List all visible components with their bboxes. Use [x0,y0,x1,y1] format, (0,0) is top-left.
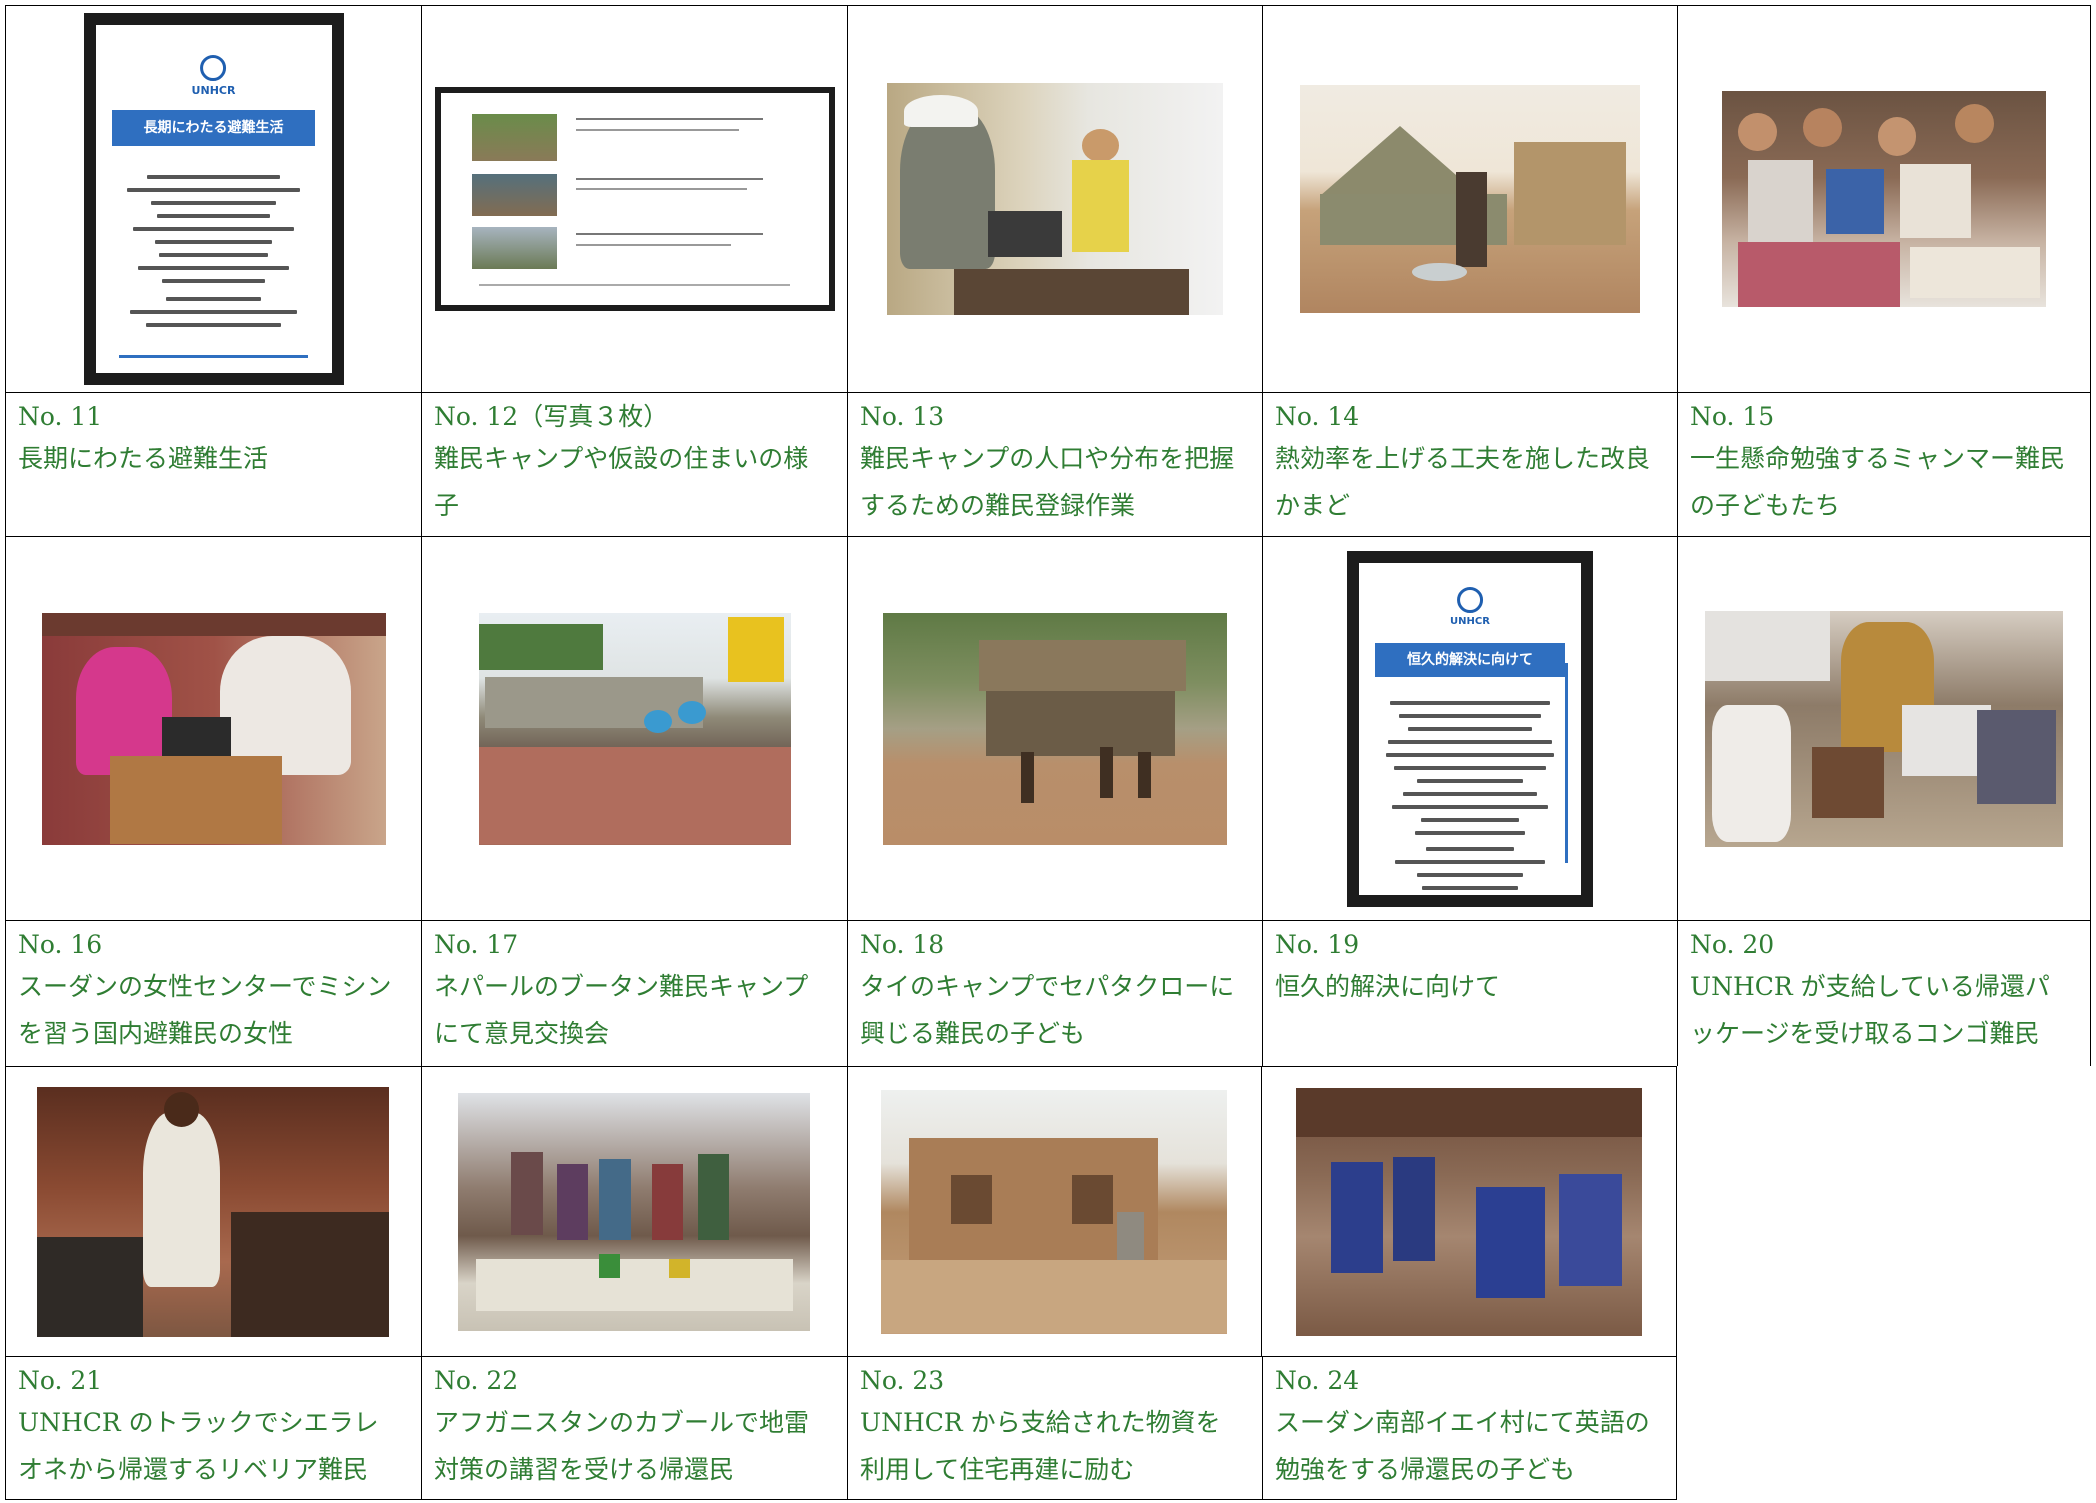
caption-cell-14: No. 14 熱効率を上げる工夫を施した改良かまど [1262,392,1677,536]
photo-meeting [478,612,791,845]
row-3-images [5,1066,2091,1356]
caption-cell-13: No. 13 難民キャンプの人口や分布を把握するための難民登録作業 [847,392,1262,536]
caption-cell-15: No. 15 一生懸命勉強するミャンマー難民の子どもたち [1677,392,2091,536]
caption-cell-17: No. 17 ネパールのブータン難民キャンプにて意見交換会 [421,920,847,1066]
item-number: No. 16 [18,930,103,959]
panel-image-12 [434,87,835,311]
caption-cell-19: No. 19 恒久的解決に向けて [1262,920,1677,1066]
item-description: ネパールのブータン難民キャンプにて意見交換会 [434,972,809,1048]
caption-cell-23: No. 23 UNHCR から支給された物資を利用して住宅再建に励む [847,1356,1262,1500]
item-description: 難民キャンプや仮設の住まいの様子 [434,444,809,520]
item-number: No. 22 [434,1366,519,1395]
item-description: 難民キャンプの人口や分布を把握するための難民登録作業 [860,444,1235,520]
image-cell-17 [421,536,847,920]
photo-rebuilding [881,1089,1228,1334]
item-number: No. 11 [18,402,103,431]
poster-title: 恒久的解決に向けて [1374,642,1566,677]
image-cell-23 [846,1066,1262,1356]
photo-catalog-table: UNHCR 長期にわたる避難生活 No. 11 長期にわたる避難生活 No. 1… [5,5,2091,1500]
item-number: No. 17 [434,930,519,959]
item-number: No. 24 [1275,1366,1360,1395]
poster-body-text [1381,700,1559,899]
item-description: 熱効率を上げる工夫を施した改良かまど [1275,444,1651,520]
poster-title: 長期にわたる避難生活 [112,110,315,146]
image-cell-22 [420,1066,847,1356]
item-number: No. 19 [1275,930,1360,959]
row-2-captions: No. 16 スーダンの女性センターでミシンを習う国内避難民の女性 No. 17… [5,920,2091,1066]
item-number: No. 23 [860,1366,945,1395]
image-cell-16 [5,536,421,920]
row-1-images: UNHCR 長期にわたる避難生活 [5,5,2091,392]
image-cell-19: UNHCR 恒久的解決に向けて [1262,536,1677,920]
item-number: No. 15 [1690,402,1775,431]
image-cell-21 [5,1066,421,1356]
caption-cell-12: No. 12（写真３枚） 難民キャンプや仮設の住まいの様子 [421,392,847,536]
caption-cell-22: No. 22 アフガニスタンのカブールで地雷対策の講習を受ける帰還民 [421,1356,847,1500]
item-number: No. 20 [1690,930,1775,959]
caption-cell-24: No. 24 スーダン南部イエイ村にて英語の勉強をする帰還民の子ども [1262,1356,1677,1500]
camp-photo-3 [471,226,557,269]
image-cell-20 [1677,536,2091,920]
item-description: 恒久的解決に向けて [1275,972,1501,1001]
image-cell-14 [1262,5,1677,392]
photo-stove [1300,85,1640,313]
camp-photo-1 [471,114,557,161]
empty-cell [1676,1066,2091,1356]
image-cell-24 [1261,1066,1677,1356]
image-cell-18 [847,536,1262,920]
item-number: No. 13 [860,402,945,431]
photo-mine-training [458,1092,811,1331]
photo-sepak-takraw [883,612,1227,845]
poster-body-text [119,175,308,336]
item-description: UNHCR が支給している帰還パッケージを受け取るコンゴ難民 [1690,972,2050,1048]
caption-cell-21: No. 21 UNHCR のトラックでシエラレオネから帰還するリベリア難民 [5,1356,421,1500]
photo-return-package [1705,610,2063,847]
item-description: スーダン南部イエイ村にて英語の勉強をする帰還民の子ども [1275,1408,1650,1484]
image-cell-13 [847,5,1262,392]
item-description: 一生懸命勉強するミャンマー難民の子どもたち [1690,444,2066,520]
item-description: UNHCR から支給された物資を利用して住宅再建に励む [860,1408,1221,1484]
camp-photo-2 [471,173,557,216]
poster-image-11: UNHCR 長期にわたる避難生活 [83,13,344,385]
poster-divider [119,355,308,358]
row-1-captions: No. 11 長期にわたる避難生活 No. 12（写真３枚） 難民キャンプや仮設… [5,392,2091,536]
photo-sewing [41,612,386,845]
poster-side-line [1565,662,1569,863]
image-cell-11: UNHCR 長期にわたる避難生活 [5,5,421,392]
unhcr-logo-icon: UNHCR [192,55,235,97]
photo-english-class [1296,1087,1643,1336]
item-number: No. 18 [860,930,945,959]
caption-cell-11: No. 11 長期にわたる避難生活 [5,392,421,536]
item-description: 長期にわたる避難生活 [18,444,269,473]
row-3-captions: No. 21 UNHCR のトラックでシエラレオネから帰還するリベリア難民 No… [5,1356,2091,1500]
item-number: No. 21 [18,1366,103,1395]
item-number: No. 12（写真３枚） [434,402,669,431]
unhcr-logo-icon: UNHCR [1450,586,1490,627]
caption-cell-20: No. 20 UNHCR が支給している帰還パッケージを受け取るコンゴ難民 [1677,920,2091,1066]
image-cell-12 [421,5,847,392]
caption-cell-16: No. 16 スーダンの女性センターでミシンを習う国内避難民の女性 [5,920,421,1066]
photo-students [1722,91,2046,307]
photo-truck [37,1086,390,1337]
item-description: タイのキャンプでセパタクローに興じる難民の子ども [860,972,1235,1048]
item-description: UNHCR のトラックでシエラレオネから帰還するリベリア難民 [18,1408,379,1484]
caption-cell-18: No. 18 タイのキャンプでセパタクローに興じる難民の子ども [847,920,1262,1066]
row-2-images: UNHCR 恒久的解決に向けて [5,536,2091,920]
photo-registration [887,83,1223,315]
item-description: アフガニスタンのカブールで地雷対策の講習を受ける帰還民 [434,1408,810,1484]
item-number: No. 14 [1275,402,1360,431]
item-description: スーダンの女性センターでミシンを習う国内避難民の女性 [18,972,392,1048]
poster-image-19: UNHCR 恒久的解決に向けて [1347,550,1593,907]
image-cell-15 [1677,5,2091,392]
